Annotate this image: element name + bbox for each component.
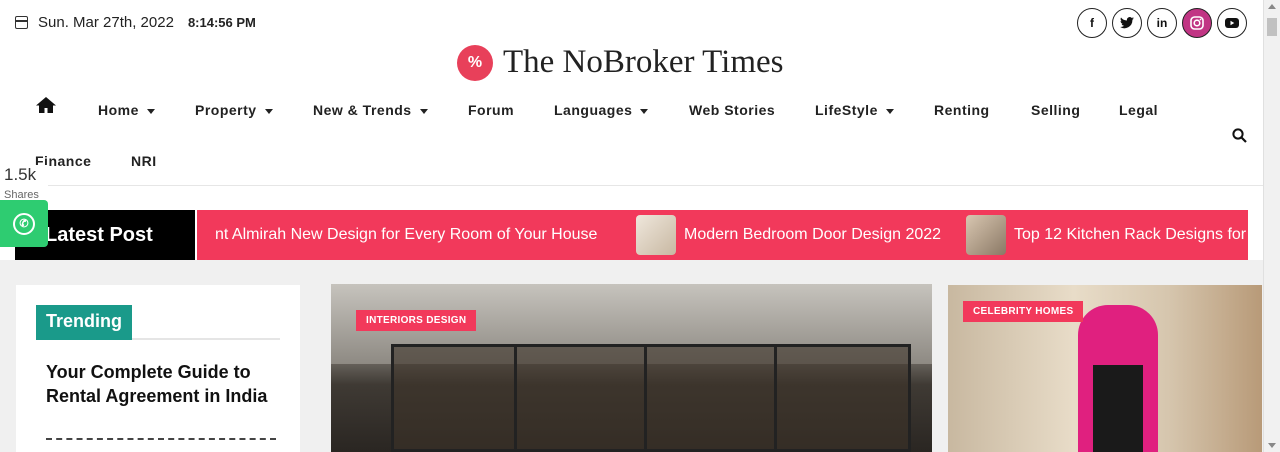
chevron-down-icon (885, 108, 894, 114)
instagram-icon[interactable] (1182, 8, 1212, 38)
share-count: 1.5k (4, 165, 37, 184)
category-badge[interactable]: INTERIORS DESIGN (356, 310, 477, 331)
latest-post-ticker: nt Almirah New Design for Every Room of … (197, 210, 1248, 260)
scrollbar-thumb[interactable] (1267, 18, 1277, 36)
divider (46, 438, 276, 440)
ticker-item[interactable]: Modern Bedroom Door Design 2022 (636, 210, 941, 260)
scroll-down-icon[interactable] (1268, 443, 1276, 448)
chevron-down-icon (419, 108, 428, 114)
category-badge[interactable]: CELEBRITY HOMES (963, 301, 1084, 322)
scrollbar[interactable] (1263, 0, 1280, 452)
nav-renting[interactable]: Renting (934, 102, 990, 118)
main-nav: Home Property New & Trends Forum Languag… (0, 88, 1263, 186)
share-counter: 1.5k Shares (0, 165, 48, 203)
trending-label: Trending (36, 305, 132, 340)
scroll-up-icon[interactable] (1268, 4, 1276, 9)
ticker-item[interactable]: nt Almirah New Design for Every Room of … (215, 210, 597, 260)
nav-nri[interactable]: NRI (131, 153, 157, 169)
site-logo[interactable]: % The NoBroker Times (457, 44, 784, 81)
chevron-down-icon (640, 108, 649, 114)
top-bar: Sun. Mar 27th, 2022 8:14:56 PM f in (0, 0, 1263, 46)
social-links: f in (1077, 8, 1247, 38)
facebook-icon[interactable]: f (1077, 8, 1107, 38)
nav-forum[interactable]: Forum (468, 102, 514, 118)
calendar-icon (15, 16, 28, 29)
trending-widget: Trending Your Complete Guide to Rental A… (16, 285, 300, 452)
chevron-down-icon (264, 108, 273, 114)
trending-article-title[interactable]: Your Complete Guide to Rental Agreement … (46, 360, 276, 408)
nav-selling[interactable]: Selling (1031, 102, 1080, 118)
search-icon[interactable] (1232, 128, 1247, 143)
trending-header: Trending (36, 305, 280, 340)
date-display: Sun. Mar 27th, 2022 8:14:56 PM (15, 14, 256, 31)
youtube-icon[interactable] (1217, 8, 1247, 38)
whatsapp-share-button[interactable]: ✆ (0, 200, 48, 247)
time-text: 8:14:56 PM (187, 15, 256, 30)
nav-property[interactable]: Property (195, 102, 273, 118)
chevron-down-icon (146, 108, 155, 114)
home-icon[interactable] (35, 96, 57, 114)
whatsapp-icon: ✆ (13, 212, 35, 235)
ticker-thumbnail (636, 215, 676, 255)
nav-web-stories[interactable]: Web Stories (689, 102, 775, 118)
twitter-icon[interactable] (1112, 8, 1142, 38)
ticker-item[interactable]: Top 12 Kitchen Rack Designs for (966, 210, 1246, 260)
nav-new-trends[interactable]: New & Trends (313, 102, 428, 118)
nav-languages[interactable]: Languages (554, 102, 649, 118)
logo-mark-icon: % (457, 44, 493, 81)
ticker-thumbnail (966, 215, 1006, 255)
date-text: Sun. Mar 27th, 2022 (38, 14, 174, 31)
nav-lifestyle[interactable]: LifeStyle (815, 102, 894, 118)
linkedin-icon[interactable]: in (1147, 8, 1177, 38)
nav-home[interactable]: Home (98, 102, 155, 118)
site-title: The NoBroker Times (503, 44, 784, 80)
nav-legal[interactable]: Legal (1119, 102, 1158, 118)
